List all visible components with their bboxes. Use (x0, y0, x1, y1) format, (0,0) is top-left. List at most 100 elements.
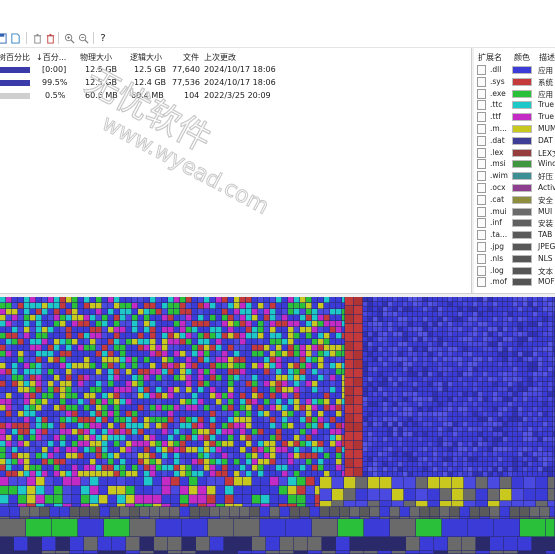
extension-row[interactable]: .inf 安装 (474, 217, 555, 229)
delete-icon[interactable] (30, 31, 44, 45)
extension-row[interactable]: .ta... TAB (474, 229, 555, 241)
treemap-cell (258, 399, 264, 405)
extension-row[interactable]: .dat DAT (474, 135, 555, 147)
extension-row[interactable]: .cat 安全 (474, 194, 555, 206)
extension-row[interactable]: .jpg JPEG (474, 241, 555, 253)
treemap-cell (294, 453, 300, 459)
treemap-cell (264, 387, 270, 393)
treemap-cell (438, 422, 443, 427)
column-header-last-modified[interactable]: 上次更改 (204, 52, 236, 63)
treemap-cell (440, 507, 450, 517)
treemap-cell (144, 339, 150, 345)
zoom-out-icon[interactable] (76, 31, 90, 45)
treemap-cell (373, 372, 378, 377)
treemap-cell (543, 392, 548, 397)
column-header-percent[interactable]: ↓百分... (36, 52, 66, 63)
treemap-cell (102, 435, 108, 441)
treemap-cell (192, 453, 198, 459)
column-header-logical-size[interactable]: 逻辑大小 (130, 52, 162, 63)
treemap-cell (216, 387, 222, 393)
treemap-cell (66, 339, 72, 345)
extension-row[interactable]: .lexLEX文 (474, 147, 555, 159)
extension-row[interactable]: .ocx Activ (474, 182, 555, 194)
treemap-cell (84, 297, 90, 303)
treemap-cell (48, 453, 54, 459)
treemap-cell (0, 459, 6, 465)
treemap-cell (138, 441, 144, 447)
treemap-cell (458, 427, 463, 432)
treemap-cell (84, 459, 90, 465)
treemap-cell (18, 303, 24, 309)
treemap-cell (388, 302, 393, 307)
table-row[interactable]: [0:00] 12.5 GB 12.5 GB 77,640 2024/10/17… (0, 64, 471, 77)
column-header-physical-size[interactable]: 物理大小 (80, 52, 112, 63)
treemap-cell (488, 412, 493, 417)
extension-row[interactable]: .ttf True (474, 111, 555, 123)
treemap-cell (523, 307, 528, 312)
table-row[interactable]: 99.5% 12.5 GB 12.4 GB 77,536 2024/10/17 … (0, 77, 471, 90)
treemap-cell (174, 309, 180, 315)
treemap-cell (162, 495, 171, 504)
extension-row[interactable]: .sys 系统 (474, 76, 555, 88)
table-row[interactable]: 0.5% 60.6 MB 60.4 MB 104 2022/3/25 20:09 (0, 90, 471, 103)
extension-row[interactable]: .mof MOF (474, 276, 555, 288)
treemap-cell (336, 309, 342, 315)
extension-row[interactable]: .wim 好压 (474, 170, 555, 182)
treemap-cell (96, 315, 102, 321)
treemap-cell (300, 297, 306, 303)
treemap-cell (204, 465, 210, 471)
treemap-cell (174, 297, 180, 303)
treemap-view[interactable] (0, 297, 555, 554)
treemap-cell (282, 393, 288, 399)
column-header-files[interactable]: 文件 (183, 52, 199, 63)
column-header-description[interactable]: 描述 (539, 52, 555, 63)
treemap-cell (498, 402, 503, 407)
treemap-cell (473, 442, 478, 447)
treemap-cell (523, 467, 528, 472)
treemap-cell (318, 315, 324, 321)
treemap-cell (483, 402, 488, 407)
treemap-cell (508, 352, 513, 357)
extension-row[interactable]: .m... MUM (474, 123, 555, 135)
treemap-canvas[interactable] (0, 297, 555, 554)
treemap-cell (488, 437, 493, 442)
extension-row[interactable]: .ttc True (474, 99, 555, 111)
treemap-cell (306, 381, 312, 387)
zoom-in-icon[interactable] (62, 31, 76, 45)
column-header-color[interactable]: 颜色 (514, 52, 530, 63)
column-header-extension[interactable]: 扩展名 (478, 52, 502, 63)
extension-row[interactable]: .dll 应用 (474, 64, 555, 76)
treemap-cell (408, 377, 413, 382)
treemap-cell (463, 397, 468, 402)
treemap-cell (207, 495, 216, 504)
treemap-cell (538, 407, 543, 412)
treemap-cell (406, 537, 420, 551)
treemap-cell (72, 297, 78, 303)
column-header-percent-bar[interactable]: 树百分比 (0, 52, 30, 63)
save-icon[interactable] (0, 31, 8, 45)
treemap-cell (428, 297, 433, 302)
extension-row[interactable]: .msi Wind (474, 158, 555, 170)
treemap-cell (416, 489, 428, 501)
treemap-cell (126, 327, 132, 333)
delete-permanent-icon[interactable] (43, 31, 57, 45)
treemap-cell (270, 495, 279, 504)
file-icon[interactable] (8, 31, 22, 45)
treemap-cell (192, 465, 198, 471)
treemap-cell (20, 517, 30, 519)
extension-row[interactable]: .mui MUI (474, 206, 555, 218)
treemap-cell (318, 453, 324, 459)
extension-row[interactable]: .log 文本 (474, 265, 555, 277)
extension-description: MUM (538, 124, 555, 133)
extension-row[interactable]: .exe 应用 (474, 88, 555, 100)
treemap-cell (438, 437, 443, 442)
treemap-cell (408, 467, 413, 472)
extension-row[interactable]: .nls NLS (474, 253, 555, 265)
help-button[interactable]: ? (96, 31, 110, 45)
treemap-cell (78, 519, 104, 537)
treemap-cell (503, 372, 508, 377)
treemap-cell (378, 297, 383, 302)
treemap-cell (72, 309, 78, 315)
treemap-cell (24, 465, 30, 471)
treemap-cell (132, 405, 138, 411)
